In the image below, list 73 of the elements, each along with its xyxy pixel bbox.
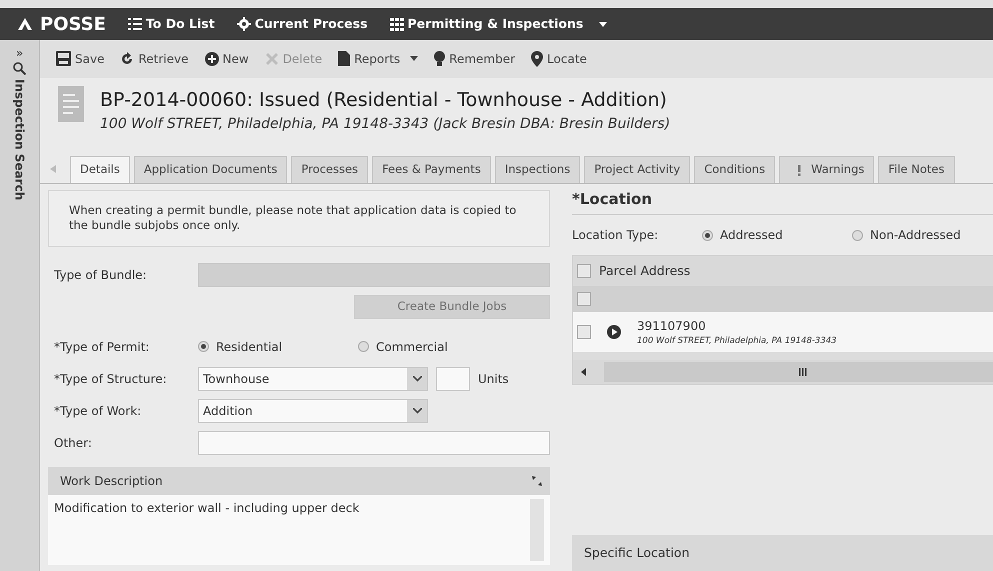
record-title: BP-2014-00060: Issued (Residential - Townhouse - Addition) [100, 88, 668, 113]
field-label: Other: [53, 434, 93, 452]
record-subtitle: 100 Wolf STREET, Philadelphia, PA 19148-3343 (Jack Bresin DBA: Bresin Builders) [100, 115, 670, 134]
toolbar-button[interactable]: Reports [334, 50, 422, 68]
parcel-number: 391107900 [637, 318, 707, 335]
toolbar-button[interactable]: Remember [430, 50, 520, 68]
radio-option[interactable]: Addressed [702, 226, 852, 244]
side-panel-tab[interactable]: Inspection Search [10, 79, 28, 200]
dropdown-field[interactable]: Townhouse [198, 366, 428, 391]
menu-item[interactable]: Permitting & Inspections [408, 14, 590, 34]
scroll-left-icon [581, 368, 586, 376]
units-field[interactable] [436, 366, 470, 391]
field-label: *Type of Work: [53, 402, 142, 420]
lightbulb-icon [434, 50, 446, 67]
list-icon [128, 17, 142, 31]
chevron-down-icon [412, 376, 422, 382]
chevron-down-icon [412, 408, 422, 414]
panel-title: Specific Location [584, 544, 690, 562]
radio-option[interactable]: Commercial [358, 338, 518, 356]
field-label: Location Type: [572, 227, 660, 244]
column-header: Parcel Address [599, 262, 690, 280]
notice-text: When creating a permit bundle, please note that application data is copied to the bundle subjobs once only. [48, 190, 550, 247]
dropdown-field[interactable]: Addition [198, 398, 428, 423]
close-icon [264, 52, 279, 66]
tab[interactable]: Application Documents [134, 156, 288, 182]
resize-icon [532, 476, 542, 486]
text-area[interactable]: Modification to exterior wall - including upper deck [48, 494, 550, 565]
document-icon [338, 51, 350, 66]
panel-title: Work Description [60, 472, 163, 490]
grip-icon [798, 368, 806, 376]
radio-option[interactable]: Residential [198, 338, 358, 356]
select-all-checkbox[interactable] [577, 264, 591, 278]
play-circle-icon [607, 325, 621, 339]
save-icon [56, 51, 71, 66]
toolbar-button[interactable]: Save [52, 50, 108, 68]
text-area-value: Modification to exterior wall - including upper deck [54, 500, 360, 517]
scroll-left-icon [50, 164, 58, 172]
map-pin-icon [531, 50, 544, 67]
toolbar-button[interactable]: Locate [527, 50, 591, 68]
toolbar-button[interactable]: Retrieve [116, 50, 192, 68]
tab[interactable]: Fees & Payments [372, 156, 491, 182]
scrollbar-thumb[interactable] [604, 362, 993, 382]
tab[interactable]: Details [70, 156, 130, 182]
refresh-icon [120, 52, 134, 66]
row-checkbox[interactable] [577, 325, 591, 339]
plus-icon [204, 52, 218, 66]
field-label: Type of Bundle: [53, 266, 148, 284]
tab[interactable]: File Notes [878, 156, 954, 182]
expand-toggle[interactable]: » [16, 44, 24, 62]
tab[interactable]: Conditions [694, 156, 776, 182]
warning-icon [795, 164, 804, 176]
field-label: *Type of Permit: [53, 338, 150, 356]
parcel-address: 100 Wolf STREET, Philadelphia, PA 19148-3343 [637, 334, 837, 348]
input-field[interactable] [198, 430, 550, 455]
tab[interactable]: Processes [291, 156, 368, 182]
grid-icon [390, 17, 404, 31]
posse-logo-icon [18, 18, 32, 30]
app-logo: POSSE [40, 12, 106, 36]
tab[interactable]: Inspections [494, 156, 580, 182]
toolbar-button[interactable]: New [200, 50, 253, 68]
menu-item[interactable]: Current Process [254, 14, 374, 34]
dropdown-value: Addition [203, 402, 253, 420]
field-label: *Type of Structure: [53, 370, 168, 388]
radio-option[interactable]: Non-Addressed [852, 226, 993, 244]
search-icon [13, 62, 26, 75]
tab[interactable]: Warnings [779, 156, 874, 182]
dropdown-value: Townhouse [203, 370, 270, 388]
tab[interactable]: Project Activity [584, 156, 690, 182]
field-label: Units [478, 370, 509, 388]
menu-item[interactable]: To Do List [146, 14, 221, 34]
document-icon [58, 86, 84, 122]
filter-checkbox[interactable] [577, 292, 591, 306]
section-title: *Location [572, 188, 993, 215]
